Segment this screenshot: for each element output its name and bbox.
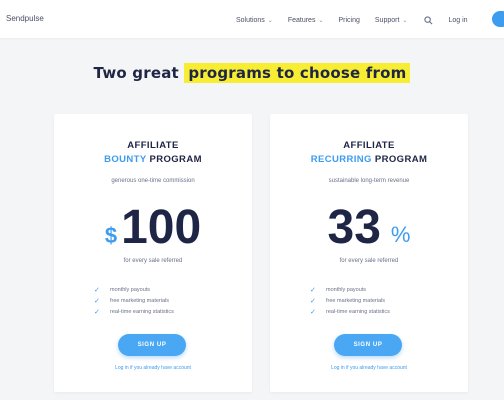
login-link[interactable]: Log in [448, 17, 467, 24]
card-title-line2: BOUNTY PROGRAM [54, 154, 252, 165]
card-subtitle: sustainable long-term revenue [328, 178, 410, 184]
percent-symbol: % [390, 222, 411, 247]
price-amount: 100 [121, 201, 202, 254]
check-icon: ✓ [310, 297, 316, 305]
nav-item-support[interactable]: Support ⌄ [375, 17, 408, 24]
price-amount: 33 [327, 201, 381, 254]
pricing-card-recurring: AFFILIATE RECURRING PROGRAM sustainable … [270, 114, 468, 392]
check-icon: ✓ [94, 286, 100, 294]
signup-button[interactable]: SIGN UP [118, 334, 186, 356]
login-account-link[interactable]: Log in if you already have account [270, 365, 468, 371]
list-item: ✓ monthly payouts [310, 284, 390, 295]
card-title-accent: BOUNTY [104, 154, 147, 165]
nav-item-label: Features [287, 16, 316, 24]
signup-button[interactable]: SIGN UP [334, 334, 402, 356]
list-item: ✓ monthly payouts [94, 284, 174, 295]
card-title-line1: AFFILIATE [343, 140, 395, 151]
chevron-down-icon: ⌄ [318, 17, 324, 24]
card-title-rest: PROGRAM [371, 154, 428, 165]
card-title-line1: AFFILIATE [127, 140, 179, 151]
search-icon[interactable] [422, 15, 434, 25]
nav-cta-button[interactable] [492, 11, 504, 27]
chevron-down-icon: ⌄ [267, 17, 273, 24]
price-display: $ 100 [54, 202, 252, 254]
brand-logo[interactable]: Sendpulse [6, 14, 44, 23]
feature-text: free marketing materials [326, 297, 385, 304]
chevron-down-icon: ⌄ [402, 17, 408, 24]
headline-text: Two great [93, 64, 185, 82]
main-nav: Solutions ⌄ Features ⌄ Pricing Support ⌄… [236, 15, 479, 25]
nav-item-pricing[interactable]: Pricing [338, 17, 359, 24]
nav-item-features[interactable]: Features ⌄ [288, 17, 324, 24]
feature-list: ✓ monthly payouts ✓ free marketing materia… [94, 284, 174, 317]
check-icon: ✓ [310, 286, 316, 294]
list-item: ✓ real-time earning statistics [310, 306, 390, 317]
card-title-rest: PROGRAM [146, 154, 202, 165]
price-caption: for every sale referred [123, 258, 183, 264]
page-headline: Two great programs to choose from [0, 63, 504, 83]
feature-text: monthly payouts [110, 286, 151, 293]
headline-highlight: programs to choose from [184, 63, 411, 83]
feature-text: real-time earning statistics [326, 308, 390, 315]
nav-item-label: Solutions [236, 16, 265, 24]
price-display: 33 % [270, 202, 468, 254]
list-item: ✓ real-time earning statistics [94, 306, 174, 317]
nav-item-label: Support [374, 16, 400, 24]
card-title-line2: RECURRING PROGRAM [270, 154, 468, 165]
nav-item-solutions[interactable]: Solutions ⌄ [236, 17, 273, 24]
top-navigation-bar: Sendpulse Solutions ⌄ Features ⌄ Pricing… [0, 0, 504, 38]
feature-list: ✓ monthly payouts ✓ free marketing materia… [310, 284, 390, 317]
check-icon: ✓ [94, 297, 100, 305]
list-item: ✓ free marketing materials [310, 295, 390, 306]
check-icon: ✓ [94, 308, 100, 316]
card-subtitle: generous one-time commission [111, 178, 195, 184]
feature-text: monthly payouts [326, 286, 367, 293]
feature-text: real-time earning statistics [110, 308, 174, 315]
price-caption: for every sale referred [339, 258, 399, 264]
currency-symbol: $ [104, 223, 118, 248]
list-item: ✓ free marketing materials [94, 295, 174, 306]
login-account-link[interactable]: Log in if you already have account [54, 365, 252, 371]
check-icon: ✓ [310, 308, 316, 316]
nav-item-label: Pricing [338, 16, 360, 24]
pricing-card-bounty: AFFILIATE BOUNTY PROGRAM generous one-ti… [54, 114, 252, 392]
feature-text: free marketing materials [110, 297, 169, 304]
card-title-accent: RECURRING [310, 154, 372, 165]
